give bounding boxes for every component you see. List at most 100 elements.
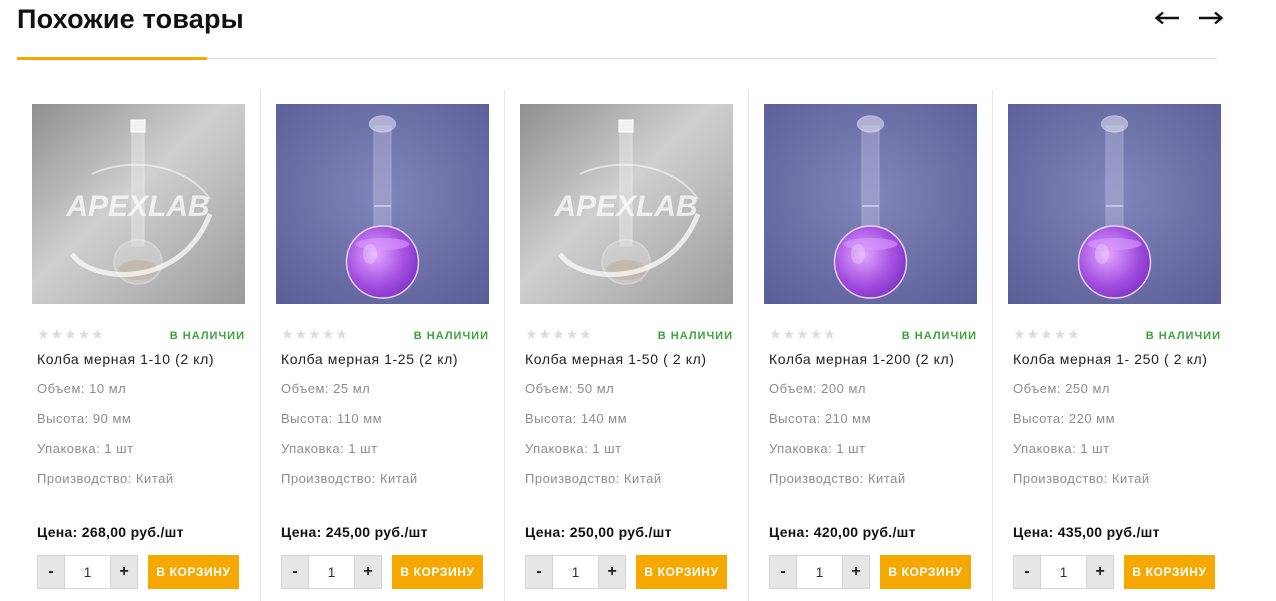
star-icon: ★	[91, 326, 104, 342]
add-to-cart-button[interactable]: В КОРЗИНУ	[880, 555, 971, 589]
star-icon: ★	[1026, 326, 1040, 342]
product-price: Цена: 435,00 руб./шт	[1013, 524, 1160, 540]
quantity-input[interactable]	[309, 555, 354, 589]
quantity-stepper: - +	[769, 555, 878, 589]
product-name-link[interactable]: Колба мерная 1-200 (2 кл)	[769, 351, 955, 367]
product-origin: Производство: Китай	[37, 471, 174, 486]
rating-stars: ★ ★ ★ ★ ★	[1013, 326, 1080, 342]
product-origin: Производство: Китай	[281, 471, 418, 486]
flask-photo: APEXLAB	[32, 104, 245, 304]
product-height: Высота: 110 мм	[281, 411, 383, 426]
quantity-minus-button[interactable]: -	[281, 555, 309, 589]
product-origin: Производство: Китай	[769, 471, 906, 486]
rating-stars: ★ ★ ★ ★ ★	[281, 326, 348, 342]
quantity-plus-button[interactable]: +	[598, 555, 626, 589]
carousel-prev-button[interactable]	[1154, 7, 1180, 29]
product-card: ★ ★ ★ ★ ★ В НАЛИЧИИ Колба мерная 1-200 (2 кл…	[749, 90, 993, 601]
quantity-stepper: - +	[37, 555, 146, 589]
star-icon: ★	[1040, 326, 1053, 342]
section-header: Похожие товары	[0, 0, 1276, 60]
star-icon: ★	[796, 326, 809, 342]
quantity-plus-button[interactable]: +	[110, 555, 138, 589]
product-height: Высота: 90 мм	[37, 411, 132, 426]
rating-stars: ★ ★ ★ ★ ★	[525, 326, 592, 342]
star-icon: ★	[782, 326, 796, 342]
add-to-cart-button[interactable]: В КОРЗИНУ	[148, 555, 239, 589]
star-icon: ★	[37, 326, 50, 342]
quantity-plus-button[interactable]: +	[354, 555, 382, 589]
star-icon: ★	[1013, 326, 1026, 342]
star-icon: ★	[525, 326, 538, 342]
product-volume: Объем: 200 мл	[769, 381, 866, 396]
quantity-input[interactable]	[65, 555, 110, 589]
product-price: Цена: 420,00 руб./шт	[769, 524, 916, 540]
section-title: Похожие товары	[17, 4, 244, 34]
quantity-input[interactable]	[797, 555, 842, 589]
quantity-minus-button[interactable]: -	[37, 555, 65, 589]
star-icon: ★	[64, 326, 77, 342]
quantity-minus-button[interactable]: -	[1013, 555, 1041, 589]
quantity-input[interactable]	[553, 555, 598, 589]
quantity-minus-button[interactable]: -	[525, 555, 553, 589]
product-height: Высота: 210 мм	[769, 411, 872, 426]
product-image-link[interactable]: APEXLAB	[32, 104, 245, 304]
product-package: Упаковка: 1 шт	[1013, 441, 1110, 456]
product-name-link[interactable]: Колба мерная 1-25 (2 кл)	[281, 351, 458, 367]
star-icon: ★	[565, 326, 579, 342]
product-image-link[interactable]	[764, 104, 977, 304]
star-icon: ★	[335, 326, 348, 342]
stock-status: В НАЛИЧИИ	[169, 330, 245, 342]
add-to-cart-button[interactable]: В КОРЗИНУ	[1124, 555, 1215, 589]
flask-photo: APEXLAB	[520, 104, 733, 304]
star-icon: ★	[1067, 326, 1080, 342]
quantity-input[interactable]	[1041, 555, 1086, 589]
product-image-link[interactable]: APEXLAB	[520, 104, 733, 304]
product-name-link[interactable]: Колба мерная 1- 250 ( 2 кл)	[1013, 351, 1208, 367]
star-icon: ★	[769, 326, 782, 342]
star-icon: ★	[809, 326, 823, 342]
product-card: ★ ★ ★ ★ ★ В НАЛИЧИИ Колба мерная 1-25 (2 кл)…	[261, 90, 505, 601]
product-volume: Объем: 50 мл	[525, 381, 615, 396]
arrow-right-icon	[1199, 11, 1224, 25]
quantity-plus-button[interactable]: +	[842, 555, 870, 589]
star-icon: ★	[1053, 326, 1067, 342]
stock-status: В НАЛИЧИИ	[657, 330, 733, 342]
product-volume: Объем: 10 мл	[37, 381, 127, 396]
product-image-link[interactable]	[276, 104, 489, 304]
product-name-link[interactable]: Колба мерная 1-10 (2 кл)	[37, 351, 214, 367]
quantity-plus-button[interactable]: +	[1086, 555, 1114, 589]
product-height: Высота: 140 мм	[525, 411, 628, 426]
product-image-link[interactable]	[1008, 104, 1221, 304]
star-icon: ★	[538, 326, 552, 342]
star-icon: ★	[552, 326, 565, 342]
product-name-link[interactable]: Колба мерная 1-50 ( 2 кл)	[525, 351, 707, 367]
product-height: Высота: 220 мм	[1013, 411, 1116, 426]
star-icon: ★	[308, 326, 321, 342]
product-carousel: APEXLAB ★ ★ ★ ★ ★ В НАЛИЧИИ Колба мерная 1-1…	[0, 90, 1276, 601]
product-volume: Объем: 25 мл	[281, 381, 371, 396]
product-price: Цена: 268,00 руб./шт	[37, 524, 184, 540]
add-to-cart-button[interactable]: В КОРЗИНУ	[392, 555, 483, 589]
quantity-stepper: - +	[525, 555, 634, 589]
product-card: APEXLAB ★ ★ ★ ★ ★ В НАЛИЧИИ Колба мерная 1-5…	[505, 90, 749, 601]
arrow-left-icon	[1154, 11, 1179, 25]
star-icon: ★	[294, 326, 308, 342]
flask-photo	[1008, 104, 1221, 304]
product-price: Цена: 250,00 руб./шт	[525, 524, 672, 540]
add-to-cart-button[interactable]: В КОРЗИНУ	[636, 555, 727, 589]
product-package: Упаковка: 1 шт	[37, 441, 134, 456]
product-card: APEXLAB ★ ★ ★ ★ ★ В НАЛИЧИИ Колба мерная 1-1…	[17, 90, 261, 601]
product-origin: Производство: Китай	[525, 471, 662, 486]
product-origin: Производство: Китай	[1013, 471, 1150, 486]
rating-stars: ★ ★ ★ ★ ★	[769, 326, 836, 342]
quantity-stepper: - +	[281, 555, 390, 589]
carousel-next-button[interactable]	[1198, 7, 1224, 29]
star-icon: ★	[77, 326, 91, 342]
quantity-stepper: - +	[1013, 555, 1122, 589]
quantity-minus-button[interactable]: -	[769, 555, 797, 589]
product-package: Упаковка: 1 шт	[281, 441, 378, 456]
header-accent-line	[17, 57, 207, 60]
stock-status: В НАЛИЧИИ	[1145, 330, 1221, 342]
product-package: Упаковка: 1 шт	[525, 441, 622, 456]
watermark-logo: APEXLAB	[553, 190, 697, 223]
